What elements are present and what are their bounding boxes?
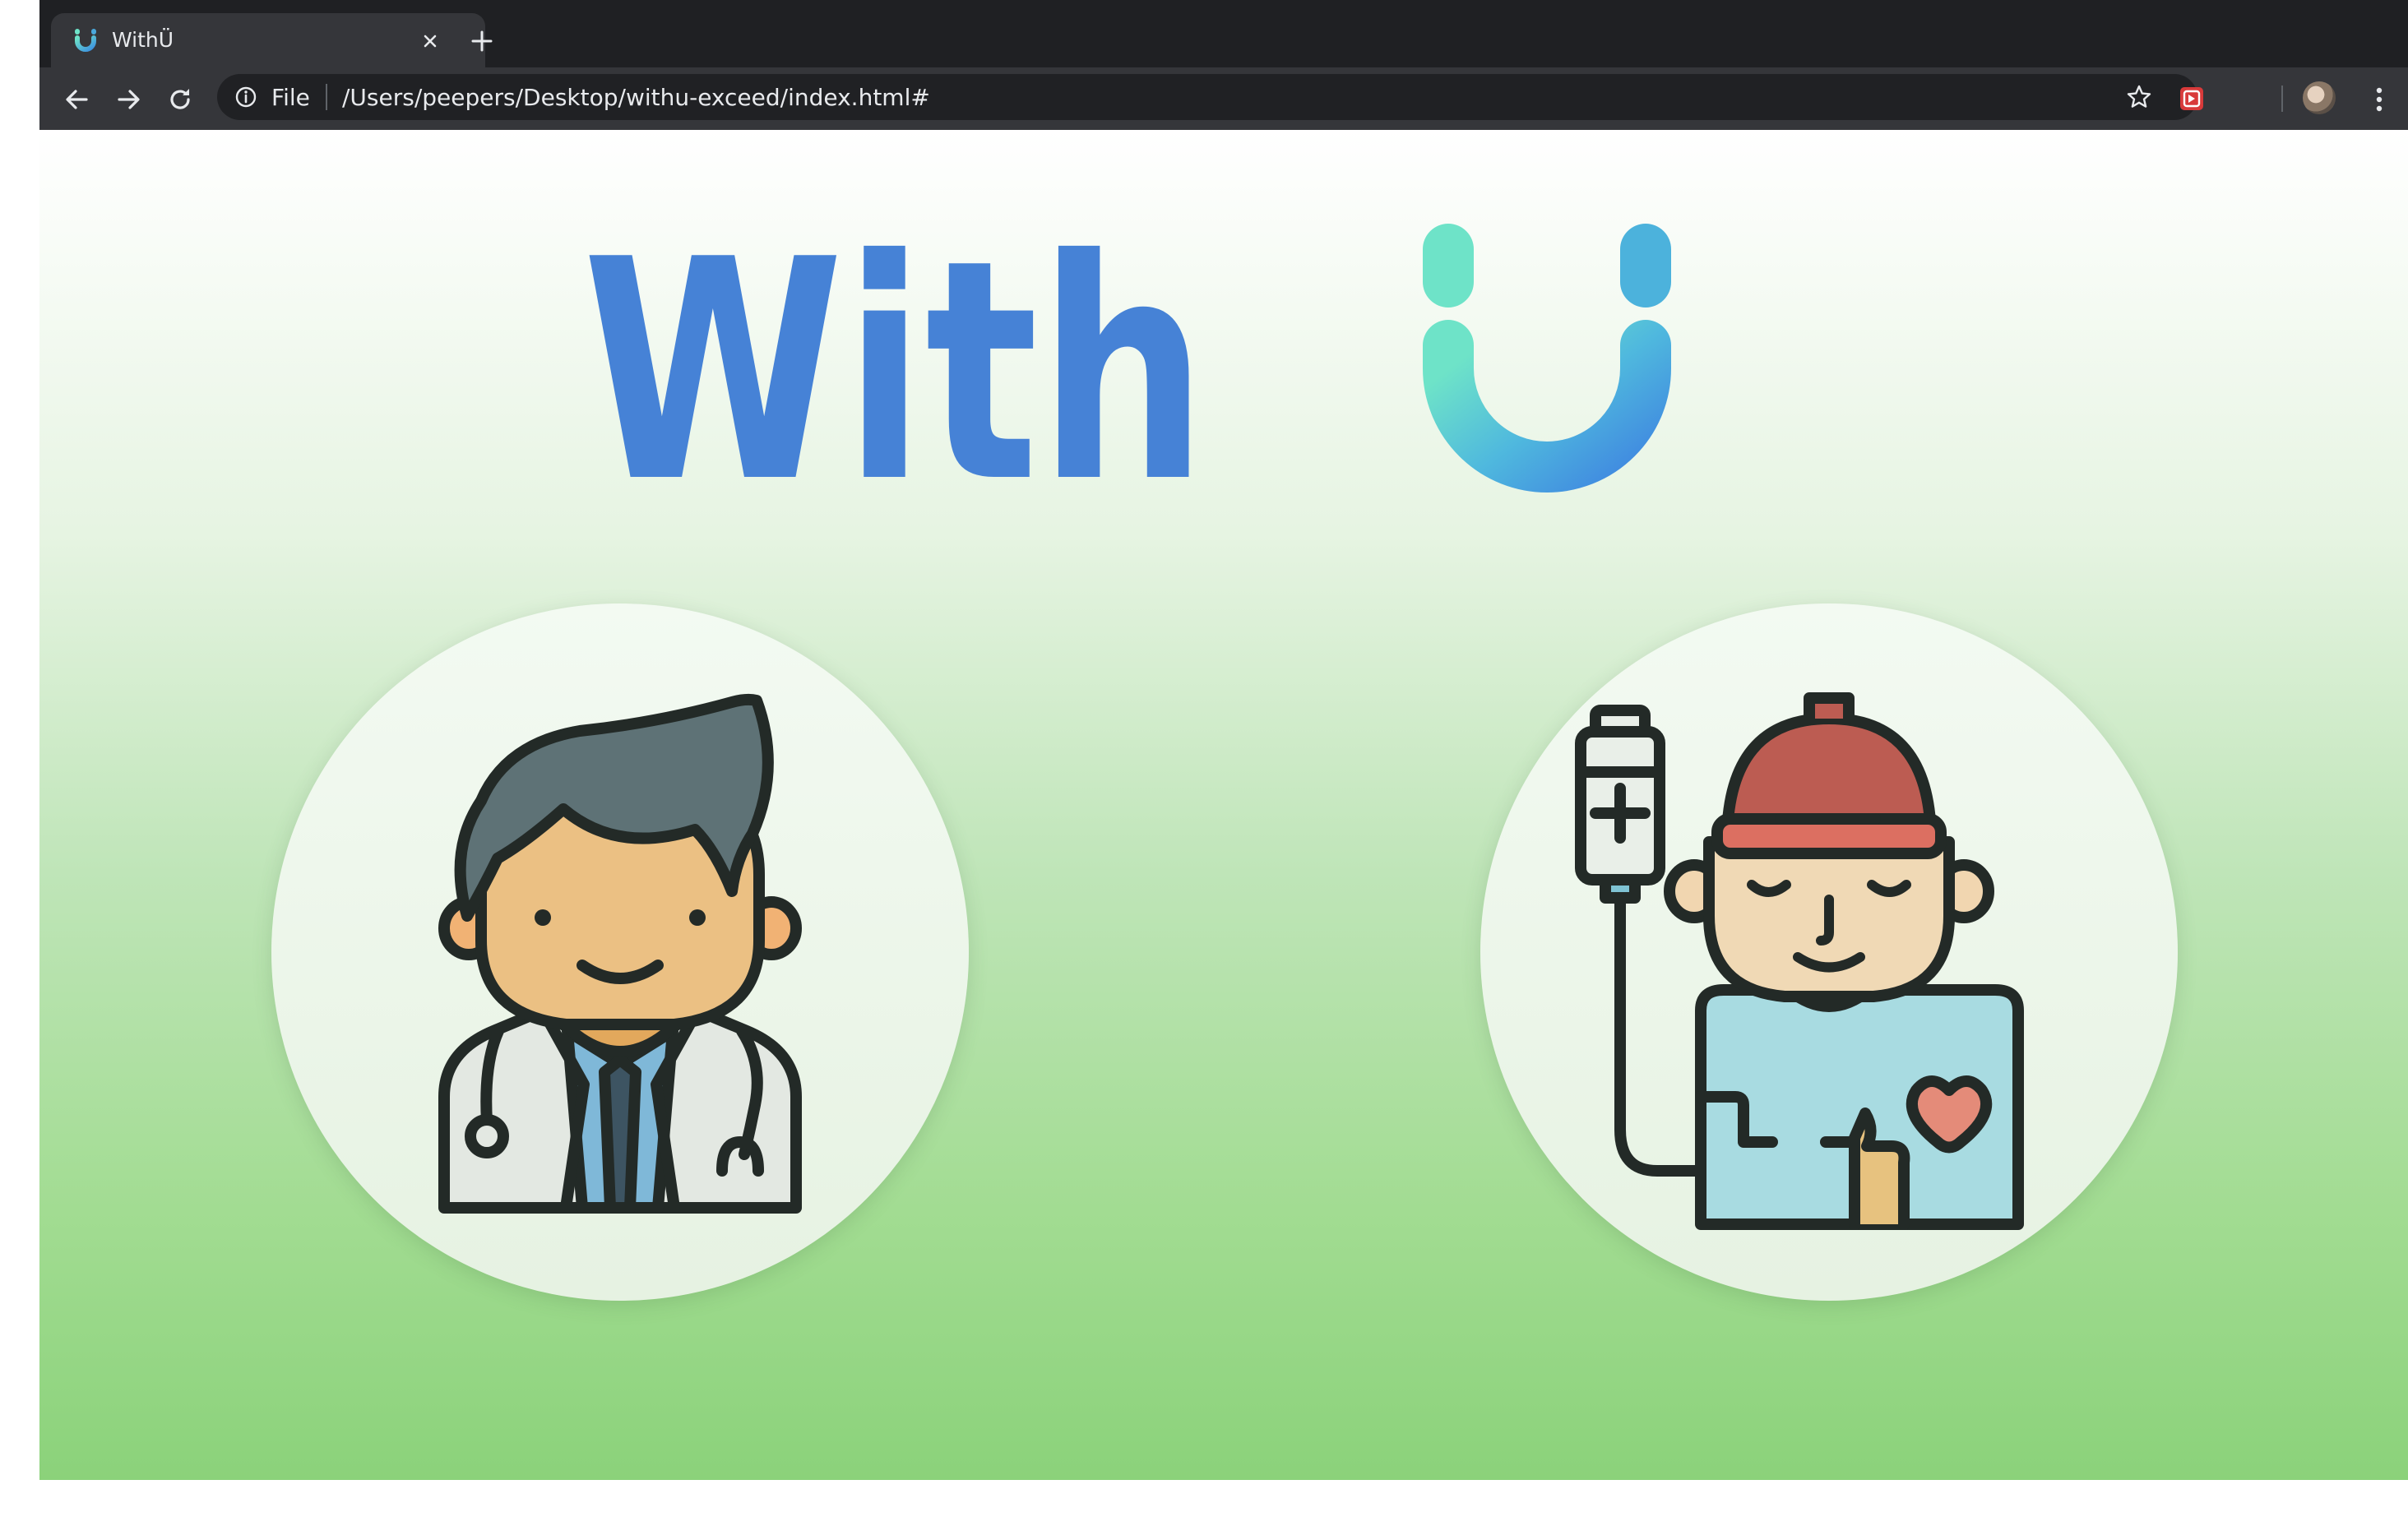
plus-icon[interactable] <box>465 25 498 58</box>
tab-strip: WithÜ <box>39 0 2408 67</box>
tab-title: WithÜ <box>112 28 174 52</box>
screen: WithÜ File /Users/peepers/Desktop/withu-… <box>0 0 2408 1526</box>
url-scheme-label: File <box>271 84 310 111</box>
info-icon[interactable] <box>234 85 258 109</box>
tab-withu[interactable]: WithÜ <box>51 13 485 67</box>
browser-chrome: WithÜ File /Users/peepers/Desktop/withu-… <box>39 0 2408 130</box>
address-separator <box>326 84 327 110</box>
logo-u-mark <box>1423 224 1671 492</box>
address-bar[interactable]: File /Users/peepers/Desktop/withu-exceed… <box>217 74 2197 120</box>
withu-logo: With <box>582 196 1671 508</box>
profile-avatar[interactable] <box>2303 81 2336 114</box>
star-icon[interactable] <box>2125 83 2153 111</box>
toolbar: File /Users/peepers/Desktop/withu-exceed… <box>39 67 2408 130</box>
arrow-left-icon[interactable] <box>61 84 92 115</box>
doctor-icon <box>438 693 802 1214</box>
patient-avatar-card[interactable] <box>1480 603 2178 1301</box>
close-icon[interactable] <box>418 29 442 53</box>
withu-favicon <box>75 29 96 52</box>
url-text[interactable]: /Users/peepers/Desktop/withu-exceed/inde… <box>342 85 930 111</box>
toolbar-separator <box>2281 86 2283 112</box>
kebab-menu-icon[interactable] <box>2367 84 2392 115</box>
patient-icon <box>1575 692 2024 1230</box>
reload-icon[interactable] <box>164 84 196 115</box>
logo-text: With <box>582 196 1207 508</box>
arrow-right-icon[interactable] <box>113 84 145 115</box>
page-content: With <box>39 130 2408 1480</box>
doctor-avatar-card[interactable] <box>271 603 969 1301</box>
extension-icon[interactable] <box>2179 86 2204 111</box>
